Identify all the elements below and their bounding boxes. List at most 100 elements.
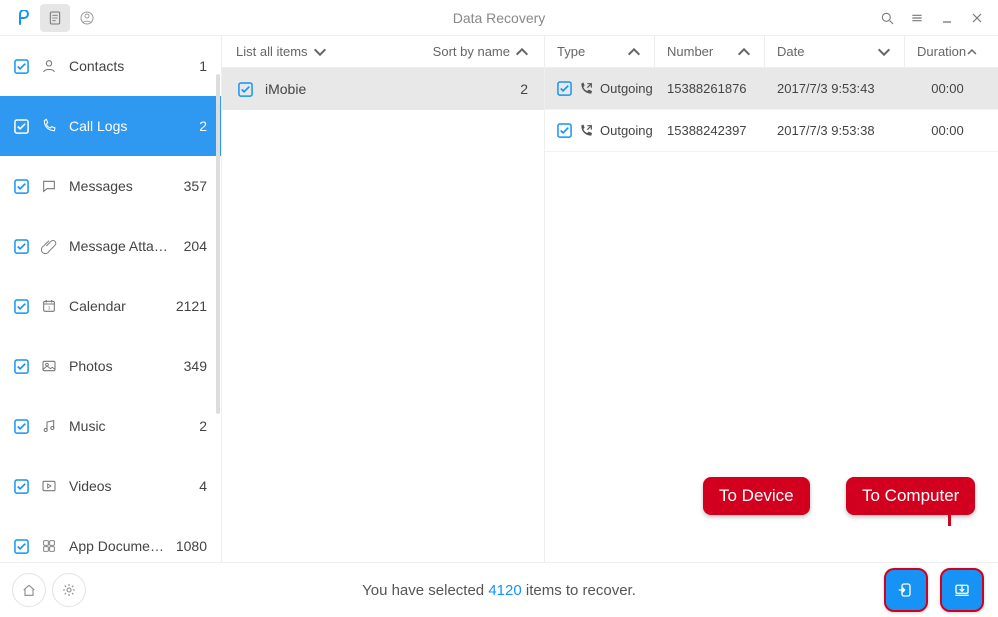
sidebar-item-photos[interactable]: Photos 349 — [0, 336, 221, 396]
checkbox-icon[interactable] — [14, 119, 29, 134]
contacts-icon — [39, 58, 59, 74]
close-icon[interactable] — [966, 7, 988, 29]
sidebar-item-count: 204 — [184, 238, 207, 254]
cell-date: 2017/7/3 9:53:43 — [777, 81, 875, 96]
sidebar: Contacts 1 Call Logs 2 Messages 357 Mess… — [0, 36, 222, 562]
checkbox-icon[interactable] — [557, 123, 572, 138]
col-number[interactable]: Number — [655, 36, 765, 67]
cell-duration: 00:00 — [931, 81, 964, 96]
checkbox-icon[interactable] — [14, 59, 29, 74]
sidebar-item-contacts[interactable]: Contacts 1 — [0, 36, 221, 96]
titlebar: Data Recovery — [0, 0, 998, 36]
photos-icon — [39, 358, 59, 374]
chevron-down-icon — [876, 44, 892, 60]
sidebar-item-count: 4 — [199, 478, 207, 494]
filter-label: List all items — [236, 44, 308, 59]
footer: You have selected 4120 items to recover. — [0, 562, 998, 617]
sidebar-item-count: 349 — [184, 358, 207, 374]
recover-to-computer-button[interactable] — [940, 568, 984, 612]
sidebar-item-count: 1 — [199, 58, 207, 74]
sidebar-item-label: Message Attach... — [69, 238, 174, 254]
checkbox-icon[interactable] — [14, 539, 29, 554]
table-row[interactable]: Outgoing 15388261876 2017/7/3 9:53:43 00… — [545, 68, 998, 110]
sort-label: Sort by name — [433, 44, 510, 59]
group-count: 2 — [520, 81, 528, 97]
outgoing-call-icon — [578, 81, 594, 97]
messages-icon — [39, 178, 59, 194]
music-icon — [39, 418, 59, 434]
tab-page-icon[interactable] — [40, 4, 70, 32]
sidebar-item-label: Calendar — [69, 298, 166, 314]
scrollbar[interactable] — [216, 74, 220, 414]
sidebar-item-label: Music — [69, 418, 189, 434]
chevron-up-icon — [514, 44, 530, 60]
callout-to-computer: To Computer — [846, 477, 975, 515]
sidebar-item-calendar[interactable]: 3 Calendar 2121 — [0, 276, 221, 336]
sidebar-item-count: 2 — [199, 418, 207, 434]
sidebar-item-music[interactable]: Music 2 — [0, 396, 221, 456]
column-headers: Type Number Date Duration — [545, 36, 998, 68]
group-row[interactable]: iMobie 2 — [222, 68, 544, 110]
svg-text:3: 3 — [48, 305, 51, 310]
sidebar-item-label: Contacts — [69, 58, 189, 74]
cell-duration: 00:00 — [931, 123, 964, 138]
documents-icon — [39, 538, 59, 554]
sidebar-item-count: 1080 — [176, 538, 207, 554]
chevron-up-icon — [736, 44, 752, 60]
minimize-icon[interactable] — [936, 7, 958, 29]
menu-icon[interactable] — [906, 7, 928, 29]
phone-icon — [39, 118, 59, 134]
recover-to-device-button[interactable] — [884, 568, 928, 612]
sort-dropdown[interactable]: Sort by name — [433, 44, 530, 60]
sidebar-item-app-documents[interactable]: App Documents 1080 — [0, 516, 221, 562]
col-duration[interactable]: Duration — [905, 36, 990, 67]
sidebar-item-label: Videos — [69, 478, 189, 494]
sidebar-item-count: 2 — [199, 118, 207, 134]
tab-device-icon[interactable] — [72, 4, 102, 32]
item-pane: List all items Sort by name iMobie 2 — [222, 36, 545, 562]
search-icon[interactable] — [876, 7, 898, 29]
selected-count: 4120 — [488, 582, 521, 599]
cell-type: Outgoing — [600, 81, 653, 96]
col-type[interactable]: Type — [545, 36, 655, 67]
chevron-up-icon — [626, 44, 642, 60]
sidebar-item-messages[interactable]: Messages 357 — [0, 156, 221, 216]
table-row[interactable]: Outgoing 15388242397 2017/7/3 9:53:38 00… — [545, 110, 998, 152]
callout-arrow-icon — [935, 510, 951, 526]
settings-button[interactable] — [52, 573, 86, 607]
col-date[interactable]: Date — [765, 36, 905, 67]
cell-type: Outgoing — [600, 123, 653, 138]
callout-arrow-icon — [780, 510, 796, 526]
checkbox-icon[interactable] — [14, 479, 29, 494]
calendar-icon: 3 — [39, 298, 59, 314]
videos-icon — [39, 478, 59, 494]
sidebar-item-calllogs[interactable]: Call Logs 2 — [0, 96, 221, 156]
sidebar-item-label: Messages — [69, 178, 174, 194]
sidebar-item-count: 2121 — [176, 298, 207, 314]
attachment-icon — [39, 238, 59, 254]
cell-date: 2017/7/3 9:53:38 — [777, 123, 875, 138]
sidebar-item-label: App Documents — [69, 538, 166, 554]
sidebar-item-label: Photos — [69, 358, 174, 374]
chevron-down-icon — [312, 44, 328, 60]
item-pane-header: List all items Sort by name — [222, 36, 544, 68]
sidebar-item-message-attachments[interactable]: Message Attach... 204 — [0, 216, 221, 276]
checkbox-icon[interactable] — [557, 81, 572, 96]
checkbox-icon[interactable] — [14, 179, 29, 194]
checkbox-icon[interactable] — [238, 82, 253, 97]
outgoing-call-icon — [578, 123, 594, 139]
checkbox-icon[interactable] — [14, 359, 29, 374]
checkbox-icon[interactable] — [14, 239, 29, 254]
cell-number: 15388261876 — [667, 81, 747, 96]
brand-logo — [10, 4, 38, 32]
group-name: iMobie — [265, 81, 508, 97]
checkbox-icon[interactable] — [14, 299, 29, 314]
home-button[interactable] — [12, 573, 46, 607]
checkbox-icon[interactable] — [14, 419, 29, 434]
sidebar-item-label: Call Logs — [69, 118, 189, 134]
window-title: Data Recovery — [0, 10, 998, 26]
sidebar-item-videos[interactable]: Videos 4 — [0, 456, 221, 516]
cell-number: 15388242397 — [667, 123, 747, 138]
filter-all-dropdown[interactable]: List all items — [236, 44, 328, 60]
sidebar-item-count: 357 — [184, 178, 207, 194]
